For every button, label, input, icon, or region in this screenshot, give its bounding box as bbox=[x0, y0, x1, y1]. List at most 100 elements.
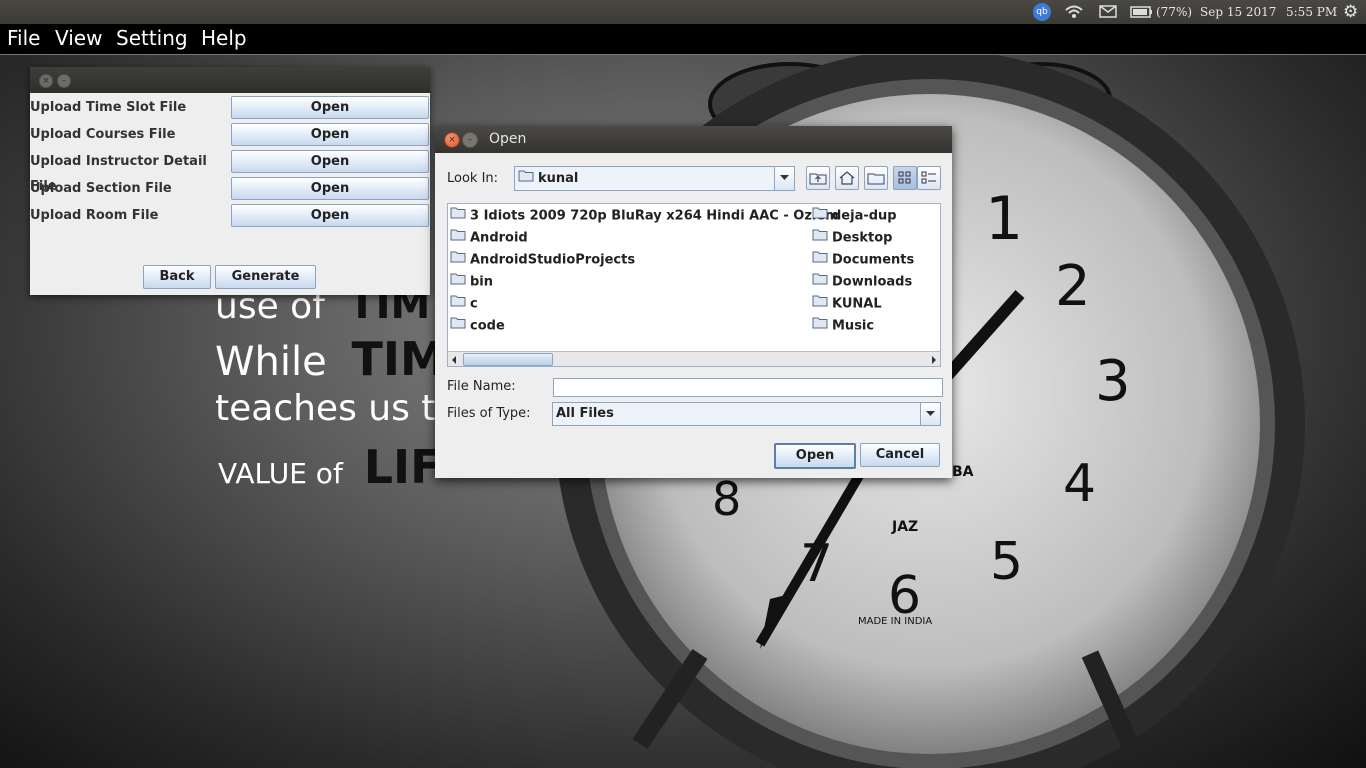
horizontal-scrollbar[interactable] bbox=[448, 351, 940, 366]
scroll-left-arrow-icon[interactable] bbox=[448, 352, 461, 366]
file-name: c bbox=[470, 296, 478, 312]
file-name: 3 Idiots 2009 720p BluRay x264 Hindi AAC… bbox=[470, 208, 839, 224]
system-top-panel: qb (77%) Sep 15 2017 5:55 PM ⚙ bbox=[0, 0, 1366, 24]
quote-line-4-bold: LIF bbox=[363, 440, 442, 494]
quote-line-2-bold: TIM bbox=[351, 332, 446, 386]
menu-file[interactable]: File bbox=[7, 24, 40, 53]
chevron-down-icon[interactable] bbox=[774, 167, 794, 190]
list-item[interactable]: c bbox=[450, 293, 478, 315]
list-item[interactable]: Desktop bbox=[812, 227, 892, 249]
folder-icon bbox=[812, 315, 828, 337]
menu-help[interactable]: Help bbox=[201, 24, 247, 53]
battery-percentage: (77%) bbox=[1156, 5, 1193, 19]
upload-row-time-slot: Upload Time Slot File Open bbox=[30, 95, 430, 120]
clock-number-3: 3 bbox=[1095, 349, 1131, 414]
up-one-level-icon[interactable] bbox=[806, 166, 830, 190]
list-item[interactable]: code bbox=[450, 315, 505, 337]
file-name: deja-dup bbox=[832, 208, 897, 224]
generate-button[interactable]: Generate bbox=[215, 265, 316, 289]
open-section-button[interactable]: Open bbox=[231, 177, 429, 200]
clock-number-2: 2 bbox=[1055, 254, 1091, 319]
gear-icon[interactable]: ⚙ bbox=[1343, 0, 1358, 24]
minimize-icon[interactable]: – bbox=[462, 132, 478, 148]
file-name: KUNAL bbox=[832, 296, 882, 312]
open-time-slot-button[interactable]: Open bbox=[231, 96, 429, 119]
look-in-value: kunal bbox=[538, 171, 579, 186]
upload-window-titlebar: × – bbox=[30, 67, 430, 93]
scrollbar-thumb[interactable] bbox=[463, 353, 553, 366]
battery-icon[interactable] bbox=[1130, 0, 1154, 24]
folder-icon bbox=[518, 167, 534, 190]
clock-number-4: 4 bbox=[1063, 454, 1097, 514]
folder-icon bbox=[812, 205, 828, 227]
home-icon[interactable] bbox=[835, 166, 859, 190]
file-name: code bbox=[470, 318, 505, 334]
folder-icon bbox=[812, 271, 828, 293]
list-item[interactable]: Documents bbox=[812, 249, 914, 271]
file-name: Documents bbox=[832, 252, 915, 268]
upload-courses-label: Upload Courses File bbox=[30, 127, 176, 142]
file-list[interactable]: 3 Idiots 2009 720p BluRay x264 Hindi AAC… bbox=[447, 203, 941, 367]
dialog-title: Open bbox=[489, 131, 527, 147]
time-display[interactable]: 5:55 PM bbox=[1286, 0, 1337, 24]
list-item[interactable]: bin bbox=[450, 271, 493, 293]
quote-line-3-light: teaches us th bbox=[215, 388, 459, 429]
chevron-down-icon[interactable] bbox=[920, 403, 940, 425]
quote-line-2: While TIM bbox=[215, 332, 446, 386]
open-instructor-button[interactable]: Open bbox=[231, 150, 429, 173]
look-in-combo[interactable]: kunal bbox=[514, 166, 795, 191]
new-folder-icon[interactable] bbox=[864, 166, 888, 190]
folder-icon bbox=[450, 315, 466, 337]
close-icon[interactable]: × bbox=[444, 132, 460, 148]
open-courses-button[interactable]: Open bbox=[231, 123, 429, 146]
upload-section-label: Upload Section File bbox=[30, 181, 172, 196]
file-name: AndroidStudioProjects bbox=[470, 252, 636, 268]
close-icon[interactable]: × bbox=[39, 74, 53, 88]
files-of-type-value: All Files bbox=[556, 406, 614, 421]
quote-line-3: teaches us th bbox=[215, 388, 458, 429]
file-name: Music bbox=[832, 318, 875, 334]
clock-number-7: 7 bbox=[800, 534, 834, 594]
clock-number-5: 5 bbox=[990, 532, 1024, 592]
file-name: bin bbox=[470, 274, 494, 290]
list-item[interactable]: deja-dup bbox=[812, 205, 897, 227]
quote-line-4-light: VALUE of bbox=[218, 457, 343, 490]
upload-files-window: × – Upload Time Slot File Open Upload Co… bbox=[30, 67, 430, 295]
list-item[interactable]: Android bbox=[450, 227, 528, 249]
qbittorrent-tray-icon[interactable]: qb bbox=[1033, 3, 1051, 21]
dialog-cancel-button[interactable]: Cancel bbox=[860, 443, 940, 467]
clock-made-text: MADE IN INDIA bbox=[858, 616, 933, 627]
file-name-input[interactable] bbox=[553, 378, 943, 397]
list-item[interactable]: Music bbox=[812, 315, 874, 337]
list-item[interactable]: KUNAL bbox=[812, 293, 882, 315]
minimize-icon[interactable]: – bbox=[57, 74, 71, 88]
list-item[interactable]: Downloads bbox=[812, 271, 912, 293]
menu-view[interactable]: View bbox=[55, 24, 102, 53]
files-of-type-combo[interactable]: All Files bbox=[552, 402, 941, 426]
list-item[interactable]: 3 Idiots 2009 720p BluRay x264 Hindi AAC… bbox=[450, 205, 839, 227]
folder-icon bbox=[450, 205, 466, 227]
dialog-open-button[interactable]: Open bbox=[774, 443, 856, 469]
folder-icon bbox=[450, 227, 466, 249]
clock-brand-text: JAZ bbox=[892, 519, 919, 535]
list-item[interactable]: AndroidStudioProjects bbox=[450, 249, 635, 271]
date-display[interactable]: Sep 15 2017 bbox=[1200, 0, 1276, 24]
clock-number-8: 8 bbox=[712, 472, 742, 526]
app-menubar: File View Setting Help bbox=[0, 24, 1366, 55]
upload-row-courses: Upload Courses File Open bbox=[30, 122, 430, 147]
clock-ba-text: BA bbox=[952, 464, 974, 480]
details-view-icon[interactable] bbox=[917, 166, 941, 190]
folder-icon bbox=[812, 249, 828, 271]
scroll-right-arrow-icon[interactable] bbox=[927, 352, 940, 366]
open-room-button[interactable]: Open bbox=[231, 204, 429, 227]
folder-icon bbox=[812, 293, 828, 315]
file-name: Android bbox=[470, 230, 528, 246]
clock-number-1: 1 bbox=[985, 184, 1024, 254]
menu-setting[interactable]: Setting bbox=[116, 24, 188, 53]
back-button[interactable]: Back bbox=[143, 265, 211, 289]
list-view-icon[interactable] bbox=[893, 166, 917, 190]
quote-line-2-light: While bbox=[215, 339, 327, 385]
wifi-icon[interactable] bbox=[1064, 0, 1084, 24]
mail-icon[interactable] bbox=[1098, 0, 1118, 24]
look-in-label: Look In: bbox=[447, 171, 499, 186]
